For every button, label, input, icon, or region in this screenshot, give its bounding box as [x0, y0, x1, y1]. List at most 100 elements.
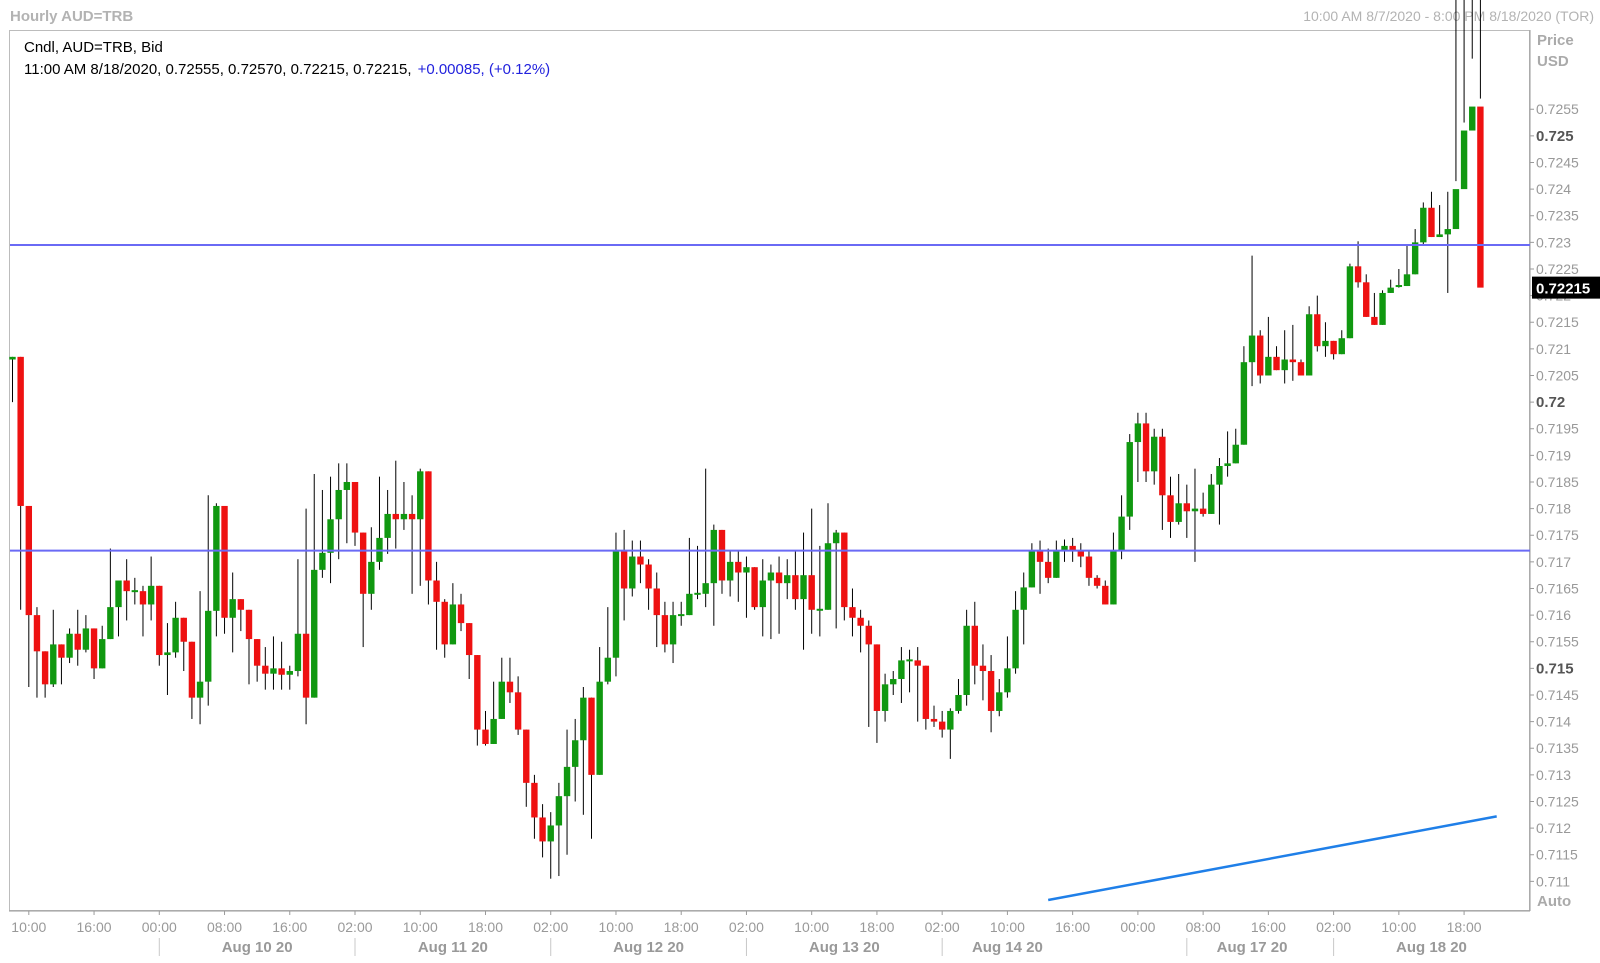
candle-body [1354, 266, 1362, 283]
y-tick-label: 0.721 [1536, 341, 1571, 357]
y-tick-label: 0.7135 [1536, 740, 1579, 756]
candle-body [751, 567, 758, 608]
candle-body [555, 796, 563, 826]
candle-body [1371, 316, 1378, 325]
candle-body [1314, 314, 1321, 347]
candle-body [180, 617, 187, 642]
y-tick-label: 0.7245 [1536, 154, 1579, 170]
y-tick-label: 0.711 [1536, 873, 1570, 889]
x-time-label: 02:00 [337, 919, 372, 935]
candle-body [531, 782, 538, 818]
x-time-label: 18:00 [859, 919, 894, 935]
candle-body [775, 572, 783, 584]
candle-body [857, 617, 864, 626]
x-time-label: 02:00 [1316, 919, 1351, 935]
candle-body [1257, 335, 1264, 376]
candle-body [99, 639, 106, 669]
candle-body [808, 575, 815, 610]
candle-body [669, 615, 677, 645]
candle-body [302, 633, 310, 698]
last-price-tag: 0.72215 [1532, 276, 1600, 299]
candle-body [1191, 508, 1199, 512]
candle-body [1053, 551, 1060, 578]
candle-body [253, 639, 261, 666]
candle-body [1363, 282, 1370, 317]
y-tick-label: 0.719 [1536, 447, 1571, 463]
y-tick-label: 0.7155 [1536, 634, 1579, 650]
x-date-label: Aug 11 20 [418, 939, 488, 956]
y-tick-label: 0.7255 [1536, 101, 1579, 117]
chart-container: Hourly AUD=TRB 10:00 AM 8/7/2020 - 8:00 … [0, 0, 1600, 958]
x-time-label: 10:00 [403, 919, 438, 935]
chart-title: Hourly AUD=TRB [10, 8, 133, 25]
candle-body [604, 657, 612, 682]
candle-body [1444, 229, 1451, 235]
candle-body [327, 519, 334, 553]
candle-body [612, 551, 620, 658]
candle-body [498, 681, 505, 719]
y-tick-label: 0.7175 [1536, 527, 1579, 543]
candle-body [1273, 356, 1280, 371]
y-tick-label: 0.7115 [1536, 847, 1578, 863]
x-time-label: 18:00 [664, 919, 699, 935]
candle-body [539, 817, 546, 842]
x-time-label: 16:00 [272, 919, 307, 935]
candle-body [1199, 508, 1207, 514]
candle-body [1036, 550, 1044, 562]
y-tick-label: 0.7205 [1536, 367, 1579, 383]
candle-body [262, 665, 269, 674]
x-time-label: 00:00 [1120, 919, 1155, 935]
candle-body [1028, 550, 1036, 588]
candle-body [17, 356, 24, 506]
candle-body [930, 718, 938, 722]
candle-body [131, 590, 139, 593]
x-time-label: 00:00 [142, 919, 177, 935]
auto-scale-button[interactable]: Auto [1537, 893, 1571, 910]
candle-body [1469, 106, 1476, 131]
candle-body [1020, 587, 1027, 610]
candle-body [702, 583, 709, 594]
x-date-label: Aug 13 20 [809, 939, 880, 956]
candle-body [1012, 609, 1019, 669]
candle-body [563, 766, 571, 797]
candle-body [947, 710, 954, 730]
candle-body [588, 697, 595, 775]
candle-body [824, 543, 832, 610]
y-tick-label: 0.7195 [1536, 421, 1579, 437]
candle-body [490, 718, 497, 744]
y-tick-label: 0.7225 [1536, 261, 1579, 277]
candle-body [1281, 359, 1288, 371]
candle-body [1297, 362, 1305, 376]
candle-body [172, 617, 179, 653]
candle-body [726, 561, 734, 581]
x-time-label: 18:00 [468, 919, 503, 935]
candle-body [270, 668, 277, 674]
candle-body [914, 660, 921, 666]
candle-body [368, 561, 375, 594]
candle-body [319, 552, 326, 570]
candle-body [1330, 340, 1337, 355]
candle-body [58, 644, 65, 658]
candle-body [164, 652, 171, 656]
candle-body [1477, 106, 1484, 288]
candle-body [74, 633, 81, 650]
candle-body [759, 580, 766, 608]
y-tick-label: 0.714 [1536, 714, 1571, 730]
candle-body [1403, 274, 1411, 287]
candle-body [1346, 266, 1354, 339]
x-time-label: 02:00 [925, 919, 960, 935]
candle-body [1151, 436, 1158, 472]
candle-body [735, 561, 742, 573]
price-axis-currency: USD [1537, 53, 1569, 70]
candle-body [66, 633, 73, 658]
last-price-value: 0.72215 [1536, 281, 1590, 298]
candle-body [433, 580, 440, 602]
candle-body [213, 505, 220, 611]
candle-body [996, 692, 1003, 711]
candle-body [229, 599, 236, 618]
candle-body [359, 532, 367, 594]
y-tick-label: 0.7125 [1536, 793, 1579, 809]
candle-body [278, 668, 285, 675]
candle-body [1142, 423, 1150, 472]
candle-body [1004, 668, 1011, 693]
